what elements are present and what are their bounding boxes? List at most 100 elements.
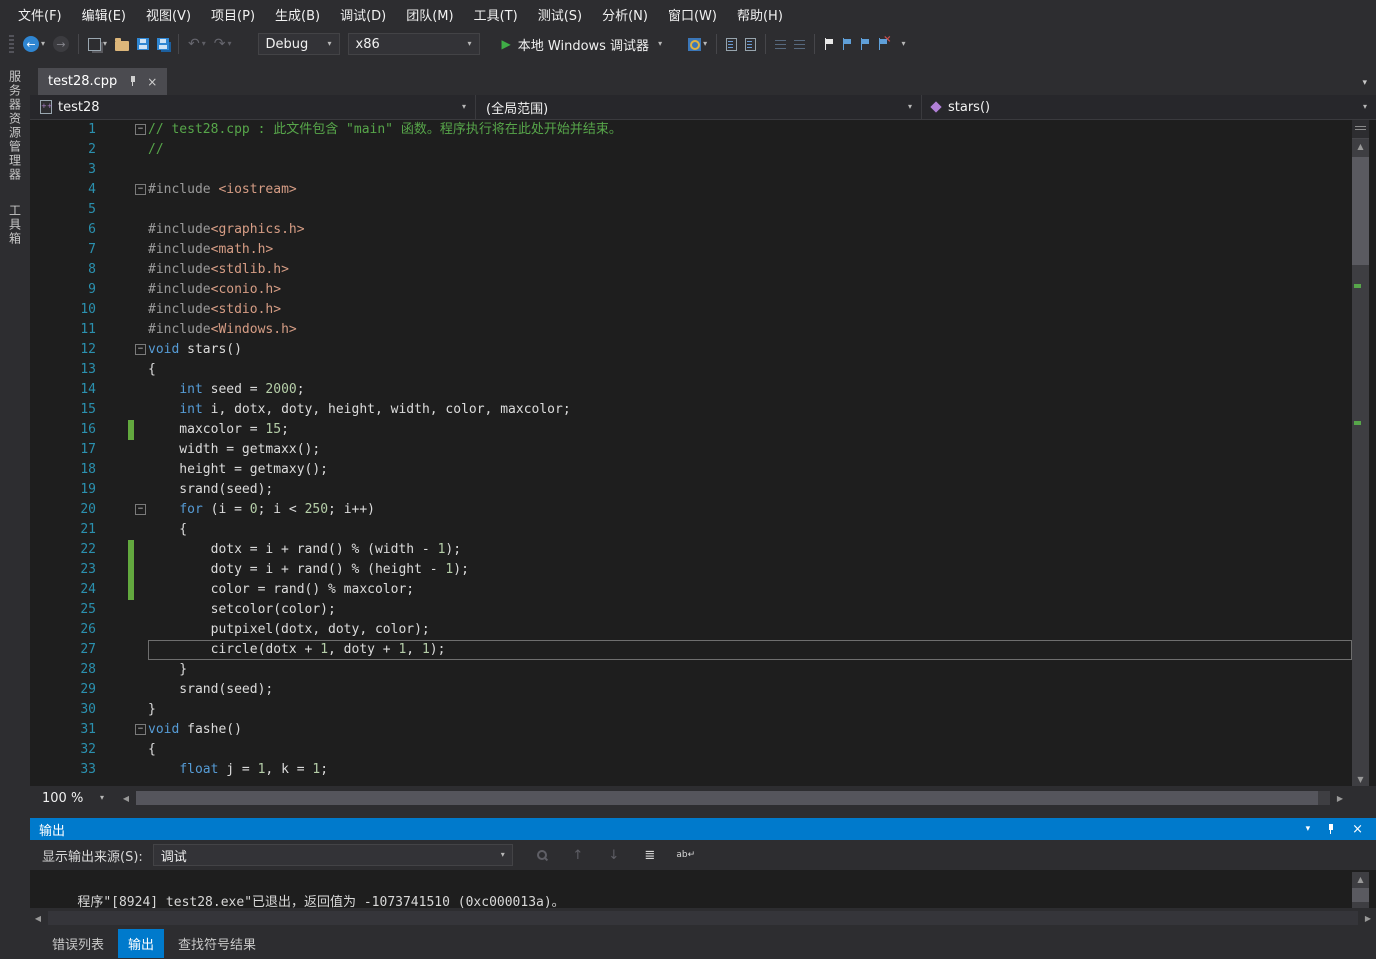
menu-item[interactable]: 调试(D) — [330, 1, 396, 28]
code-text[interactable] — [148, 160, 1352, 180]
code-line[interactable]: 12−void stars() — [30, 340, 1352, 360]
find-message-button[interactable] — [533, 846, 551, 864]
code-text[interactable]: } — [148, 700, 1352, 720]
toolbar-overflow-button[interactable]: ▾ — [895, 32, 909, 56]
menu-item[interactable]: 视图(V) — [136, 1, 201, 28]
code-line[interactable]: 2// — [30, 140, 1352, 160]
code-text[interactable]: { — [148, 360, 1352, 380]
code-text[interactable]: #include<math.h> — [148, 240, 1352, 260]
output-panel-header[interactable]: 输出 ▾ × — [30, 818, 1376, 840]
code-text[interactable]: int i, dotx, doty, height, width, color,… — [148, 400, 1352, 420]
nav-member-combo[interactable]: stars() ▾ — [922, 95, 1376, 119]
navigate-backward-button[interactable]: ← ▾ — [19, 32, 49, 56]
code-text[interactable]: } — [148, 660, 1352, 680]
fold-marker[interactable]: − — [135, 184, 146, 195]
previous-message-button[interactable]: ↑ — [569, 846, 587, 864]
document-tab[interactable]: test28.cpp × — [38, 68, 167, 95]
code-line[interactable]: 7#include<math.h> — [30, 240, 1352, 260]
code-line[interactable]: 10#include<stdio.h> — [30, 300, 1352, 320]
code-line[interactable]: 16 maxcolor = 15; — [30, 420, 1352, 440]
code-line[interactable]: 17 width = getmaxx(); — [30, 440, 1352, 460]
window-position-chevron-icon[interactable]: ▾ — [1306, 825, 1311, 834]
code-text[interactable]: dotx = i + rand() % (width - 1); — [148, 540, 1352, 560]
side-tab[interactable]: 服务器资源管理器 — [7, 70, 24, 182]
code-line[interactable]: 14 int seed = 2000; — [30, 380, 1352, 400]
find-in-files-button[interactable]: ▾ — [684, 32, 711, 56]
comment-button[interactable] — [722, 32, 741, 56]
code-line[interactable]: 26 putpixel(dotx, doty, color); — [30, 620, 1352, 640]
code-text[interactable]: #include <iostream> — [148, 180, 1352, 200]
code-line[interactable]: 24 color = rand() % maxcolor; — [30, 580, 1352, 600]
code-line[interactable]: 22 dotx = i + rand() % (width - 1); — [30, 540, 1352, 560]
code-text[interactable]: width = getmaxx(); — [148, 440, 1352, 460]
code-text[interactable]: setcolor(color); — [148, 600, 1352, 620]
code-text[interactable]: float j = 1, k = 1; — [148, 760, 1352, 780]
side-tab[interactable]: 工具箱 — [7, 204, 24, 246]
hscroll-track[interactable] — [136, 791, 1330, 805]
scroll-up-arrow[interactable]: ▲ — [1352, 872, 1369, 886]
scrollbar-track[interactable] — [1352, 153, 1369, 772]
output-text-area[interactable]: 程序"[8924] test28.exe"已退出，返回值为 -107374151… — [30, 870, 1376, 908]
code-line[interactable]: 6#include<graphics.h> — [30, 220, 1352, 240]
fold-marker[interactable]: − — [135, 124, 146, 135]
pin-icon[interactable] — [1326, 824, 1336, 835]
increase-indent-button[interactable] — [790, 32, 809, 56]
code-line[interactable]: 30} — [30, 700, 1352, 720]
bottom-tab[interactable]: 查找符号结果 — [168, 929, 266, 958]
code-line[interactable]: 32{ — [30, 740, 1352, 760]
editor-vertical-scrollbar[interactable]: ▲ ▼ — [1352, 120, 1369, 786]
code-text[interactable]: doty = i + rand() % (height - 1); — [148, 560, 1352, 580]
previous-bookmark-button[interactable] — [838, 32, 856, 56]
code-text[interactable]: void stars() — [148, 340, 1352, 360]
hscroll-thumb[interactable] — [136, 791, 1318, 805]
code-line[interactable]: 8#include<stdlib.h> — [30, 260, 1352, 280]
code-text[interactable]: #include<Windows.h> — [148, 320, 1352, 340]
code-line[interactable]: 15 int i, dotx, doty, height, width, col… — [30, 400, 1352, 420]
code-text[interactable]: // test28.cpp : 此文件包含 "main" 函数。程序执行将在此处… — [148, 120, 1352, 140]
code-text[interactable]: int seed = 2000; — [148, 380, 1352, 400]
code-line[interactable]: 20− for (i = 0; i < 250; i++) — [30, 500, 1352, 520]
fold-marker[interactable]: − — [135, 504, 146, 515]
code-line[interactable]: 31−void fashe() — [30, 720, 1352, 740]
editor-split-handle[interactable] — [1352, 120, 1369, 139]
code-line[interactable]: 21 { — [30, 520, 1352, 540]
uncomment-button[interactable] — [741, 32, 760, 56]
redo-button[interactable]: ↷ ▾ — [210, 32, 236, 56]
menu-item[interactable]: 窗口(W) — [658, 1, 727, 28]
code-line[interactable]: 13{ — [30, 360, 1352, 380]
close-icon[interactable]: × — [147, 76, 157, 88]
code-text[interactable]: void fashe() — [148, 720, 1352, 740]
save-button[interactable] — [133, 32, 153, 56]
code-text[interactable]: srand(seed); — [148, 680, 1352, 700]
code-text[interactable]: maxcolor = 15; — [148, 420, 1352, 440]
code-line[interactable]: 11#include<Windows.h> — [30, 320, 1352, 340]
close-icon[interactable]: × — [1352, 823, 1363, 836]
solution-platform-combo[interactable]: x86 ▾ — [348, 33, 480, 55]
bottom-tab[interactable]: 输出 — [118, 929, 164, 958]
menu-item[interactable]: 团队(M) — [396, 1, 463, 28]
code-line[interactable]: 25 setcolor(color); — [30, 600, 1352, 620]
bottom-tab[interactable]: 错误列表 — [42, 929, 114, 958]
navigate-forward-button[interactable]: → — [49, 32, 73, 56]
zoom-combo[interactable]: 100 % ▾ — [36, 788, 110, 808]
open-file-button[interactable] — [111, 32, 133, 56]
start-debugging-button[interactable]: ▶ 本地 Windows 调试器 ▾ — [496, 32, 669, 56]
code-line[interactable]: 5 — [30, 200, 1352, 220]
toggle-bookmark-button[interactable] — [820, 32, 838, 56]
code-text[interactable]: srand(seed); — [148, 480, 1352, 500]
pin-icon[interactable] — [128, 76, 138, 87]
code-text[interactable]: color = rand() % maxcolor; — [148, 580, 1352, 600]
nav-project-combo[interactable]: test28 ▾ — [30, 95, 476, 119]
menu-item[interactable]: 生成(B) — [265, 1, 330, 28]
code-text[interactable]: #include<graphics.h> — [148, 220, 1352, 240]
code-line[interactable]: 29 srand(seed); — [30, 680, 1352, 700]
code-line[interactable]: 27 circle(dotx + 1, doty + 1, 1); — [30, 640, 1352, 660]
toolbar-drag-grip[interactable] — [9, 35, 14, 53]
menu-item[interactable]: 测试(S) — [528, 1, 592, 28]
code-line[interactable]: 23 doty = i + rand() % (height - 1); — [30, 560, 1352, 580]
code-line[interactable]: 28 } — [30, 660, 1352, 680]
solution-configuration-combo[interactable]: Debug ▾ — [258, 33, 340, 55]
code-text[interactable]: #include<conio.h> — [148, 280, 1352, 300]
code-text[interactable]: // — [148, 140, 1352, 160]
fold-marker[interactable]: − — [135, 344, 146, 355]
